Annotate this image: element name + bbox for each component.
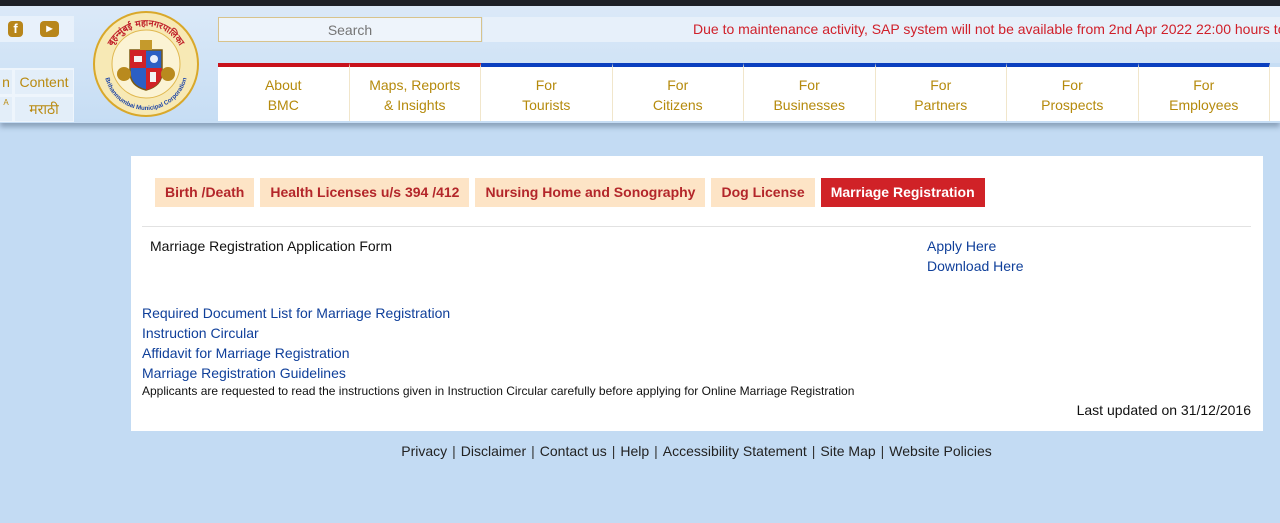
nav-for-tourists[interactable]: For Tourists bbox=[481, 63, 613, 121]
guidelines-link[interactable]: Marriage Registration Guidelines bbox=[142, 365, 346, 381]
nav-for-employees[interactable]: For Employees bbox=[1138, 63, 1270, 121]
footer-privacy-link[interactable]: Privacy bbox=[401, 443, 447, 459]
content-panel: Birth /Death Health Licenses u/s 394 /41… bbox=[131, 156, 1263, 431]
tab-health-licenses[interactable]: Health Licenses u/s 394 /412 bbox=[260, 178, 470, 207]
download-here-link[interactable]: Download Here bbox=[927, 258, 1024, 274]
footer-help-link[interactable]: Help bbox=[620, 443, 649, 459]
service-tabs: Birth /Death Health Licenses u/s 394 /41… bbox=[155, 178, 991, 207]
tab-marriage-registration[interactable]: Marriage Registration bbox=[820, 178, 985, 207]
nav-for-businesses[interactable]: For Businesses bbox=[744, 63, 876, 121]
nav-label-line2: Partners bbox=[914, 97, 968, 113]
footer-separator: | bbox=[531, 443, 535, 459]
nav-label-line2: & Insights bbox=[384, 97, 446, 113]
divider bbox=[142, 226, 1251, 227]
nav-label-line2: Citizens bbox=[652, 97, 703, 113]
main-nav: About BMC Maps, Reports & Insights For Tour… bbox=[218, 63, 1280, 121]
tab-dog-license[interactable]: Dog License bbox=[711, 178, 815, 207]
nav-label-line1: For bbox=[930, 77, 952, 93]
nav-label-line2: Employees bbox=[1169, 97, 1239, 113]
instruction-circular-link[interactable]: Instruction Circular bbox=[142, 325, 259, 341]
required-documents-link[interactable]: Required Document List for Marriage Regi… bbox=[142, 305, 450, 321]
bmc-logo[interactable]: बृहन्मुंबई महानगरपालिका Brihanmumbai Mun… bbox=[92, 10, 200, 118]
instruction-note: Applicants are requested to read the ins… bbox=[142, 384, 855, 398]
facebook-icon[interactable]: f bbox=[8, 21, 23, 37]
skip-to-content-button[interactable]: Content bbox=[15, 70, 73, 94]
ticker-text: Due to maintenance activity, SAP system … bbox=[693, 21, 1280, 37]
marathi-language-button[interactable]: मराठी bbox=[15, 97, 73, 121]
nav-overflow-item[interactable] bbox=[1270, 63, 1280, 121]
nav-label-line1: Maps, Reports bbox=[369, 77, 461, 93]
nav-for-partners[interactable]: For Partners bbox=[875, 63, 1007, 121]
nav-label-line2: BMC bbox=[267, 97, 299, 113]
accessibility-language-panel: n Content A मराठी bbox=[0, 68, 74, 122]
skip-to-main-button[interactable]: n bbox=[0, 70, 12, 94]
footer-accessibility-link[interactable]: Accessibility Statement bbox=[663, 443, 807, 459]
nav-label-line2: Businesses bbox=[773, 97, 846, 113]
tab-nursing-home[interactable]: Nursing Home and Sonography bbox=[475, 178, 706, 207]
nav-label-line1: For bbox=[535, 77, 557, 93]
nav-label-line2: Tourists bbox=[522, 97, 571, 113]
nav-label-line1: For bbox=[667, 77, 689, 93]
nav-label-line1: For bbox=[1193, 77, 1215, 93]
nav-for-citizens[interactable]: For Citizens bbox=[612, 63, 744, 121]
social-links: f ▶ bbox=[0, 16, 74, 42]
nav-label-line1: For bbox=[1061, 77, 1083, 93]
search-input[interactable] bbox=[218, 17, 482, 42]
announcement-ticker[interactable]: Due to maintenance activity, SAP system … bbox=[483, 17, 1280, 42]
nav-label-line1: For bbox=[798, 77, 820, 93]
form-title: Marriage Registration Application Form bbox=[150, 238, 392, 254]
nav-label-line1: About bbox=[264, 77, 302, 93]
font-size-button[interactable]: A bbox=[0, 97, 12, 121]
footer-separator: | bbox=[880, 443, 885, 459]
youtube-icon[interactable]: ▶ bbox=[40, 21, 59, 37]
footer-sitemap-link[interactable]: Site Map bbox=[820, 443, 875, 459]
nav-for-prospects[interactable]: For Prospects bbox=[1007, 63, 1139, 121]
footer-policies-link[interactable]: Website Policies bbox=[889, 443, 991, 459]
nav-about-bmc[interactable]: About BMC bbox=[218, 63, 350, 121]
footer-disclaimer-link[interactable]: Disclaimer bbox=[461, 443, 526, 459]
footer-separator: | bbox=[452, 443, 456, 459]
apply-here-link[interactable]: Apply Here bbox=[927, 238, 996, 254]
last-updated: Last updated on 31/12/2016 bbox=[1076, 402, 1251, 418]
footer-separator: | bbox=[611, 443, 616, 459]
nav-label-line2: Prospects bbox=[1041, 97, 1104, 113]
site-header: f ▶ n Content A मराठी बृहन्मुंबई महानगरप… bbox=[0, 6, 1280, 123]
footer-separator: | bbox=[654, 443, 658, 459]
footer-separator: | bbox=[811, 443, 816, 459]
tab-birth-death[interactable]: Birth /Death bbox=[155, 178, 255, 207]
footer-links: Privacy | Disclaimer | Contact us | Help | Acces… bbox=[0, 443, 1280, 459]
footer-contact-link[interactable]: Contact us bbox=[540, 443, 607, 459]
nav-maps-reports[interactable]: Maps, Reports & Insights bbox=[349, 63, 481, 121]
affidavit-link[interactable]: Affidavit for Marriage Registration bbox=[142, 345, 350, 361]
